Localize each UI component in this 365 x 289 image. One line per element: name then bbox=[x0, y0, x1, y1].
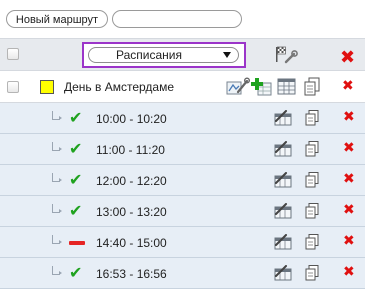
delete-route-icon[interactable]: ✖ bbox=[342, 78, 354, 94]
delete-schedule-icon[interactable]: ✖ bbox=[343, 171, 355, 187]
schedule-grid-icon[interactable] bbox=[277, 77, 297, 97]
delete-schedule-icon[interactable]: ✖ bbox=[343, 109, 355, 125]
edit-schedule-icon[interactable] bbox=[274, 234, 294, 250]
copy-doc-icon[interactable] bbox=[305, 265, 319, 281]
delete-schedule-icon[interactable]: ✖ bbox=[343, 233, 355, 249]
check-icon[interactable]: ✔ bbox=[69, 263, 82, 282]
schedule-time: 13:00 - 13:20 bbox=[96, 205, 167, 219]
check-icon[interactable]: ✔ bbox=[69, 139, 82, 158]
schedule-row[interactable]: ✔ 10:00 - 10:20 ✖ bbox=[0, 103, 365, 134]
view-select[interactable]: Расписания bbox=[88, 47, 239, 63]
edit-schedule-icon[interactable] bbox=[274, 265, 294, 281]
flag-wrench-icon[interactable] bbox=[274, 45, 298, 65]
schedule-time: 11:00 - 11:20 bbox=[96, 143, 165, 157]
view-select-value: Расписания bbox=[116, 48, 182, 62]
select-all-checkbox[interactable] bbox=[7, 48, 19, 60]
copy-doc-icon[interactable] bbox=[305, 203, 319, 219]
new-route-button[interactable]: Новый маршрут bbox=[6, 10, 108, 28]
edit-schedule-icon[interactable] bbox=[274, 141, 294, 157]
route-group-row[interactable]: День в Амстердаме ✖ bbox=[0, 71, 365, 103]
check-icon[interactable]: ✔ bbox=[69, 170, 82, 189]
delete-schedule-icon[interactable]: ✖ bbox=[343, 140, 355, 156]
route-color-swatch[interactable] bbox=[40, 80, 54, 94]
add-schedule-icon[interactable] bbox=[251, 77, 273, 97]
chevron-down-icon bbox=[223, 52, 231, 58]
copy-doc-icon[interactable] bbox=[304, 77, 320, 97]
schedule-row[interactable]: ✔ 12:00 - 12:20 ✖ bbox=[0, 165, 365, 196]
schedule-row[interactable]: ✔ 16:53 - 16:56 ✖ bbox=[0, 258, 365, 289]
route-checkbox[interactable] bbox=[7, 81, 19, 93]
schedule-time: 14:40 - 15:00 bbox=[96, 236, 167, 250]
schedule-row[interactable]: 14:40 - 15:00 ✖ bbox=[0, 227, 365, 258]
delete-selected-icon[interactable]: ✖ bbox=[340, 47, 355, 68]
copy-doc-icon[interactable] bbox=[305, 141, 319, 157]
delete-schedule-icon[interactable]: ✖ bbox=[343, 202, 355, 218]
schedule-row[interactable]: ✔ 11:00 - 11:20 ✖ bbox=[0, 134, 365, 165]
route-name-input[interactable] bbox=[112, 10, 242, 28]
edit-schedule-icon[interactable] bbox=[274, 110, 294, 126]
route-name: День в Амстердаме bbox=[64, 80, 175, 94]
copy-doc-icon[interactable] bbox=[305, 172, 319, 188]
disabled-icon[interactable] bbox=[69, 241, 85, 245]
toolbar: Новый маршрут bbox=[0, 0, 365, 38]
schedule-time: 12:00 - 12:20 bbox=[96, 174, 167, 188]
view-select-highlight: Расписания bbox=[82, 42, 246, 68]
edit-schedule-icon[interactable] bbox=[274, 203, 294, 219]
copy-doc-icon[interactable] bbox=[305, 110, 319, 126]
edit-route-icon[interactable] bbox=[224, 77, 250, 97]
schedule-time: 16:53 - 16:56 bbox=[96, 267, 167, 281]
edit-schedule-icon[interactable] bbox=[274, 172, 294, 188]
check-icon[interactable]: ✔ bbox=[69, 108, 82, 127]
copy-doc-icon[interactable] bbox=[305, 234, 319, 250]
check-icon[interactable]: ✔ bbox=[69, 201, 82, 220]
delete-schedule-icon[interactable]: ✖ bbox=[343, 264, 355, 280]
schedule-row[interactable]: ✔ 13:00 - 13:20 ✖ bbox=[0, 196, 365, 227]
schedule-time: 10:00 - 10:20 bbox=[96, 112, 167, 126]
